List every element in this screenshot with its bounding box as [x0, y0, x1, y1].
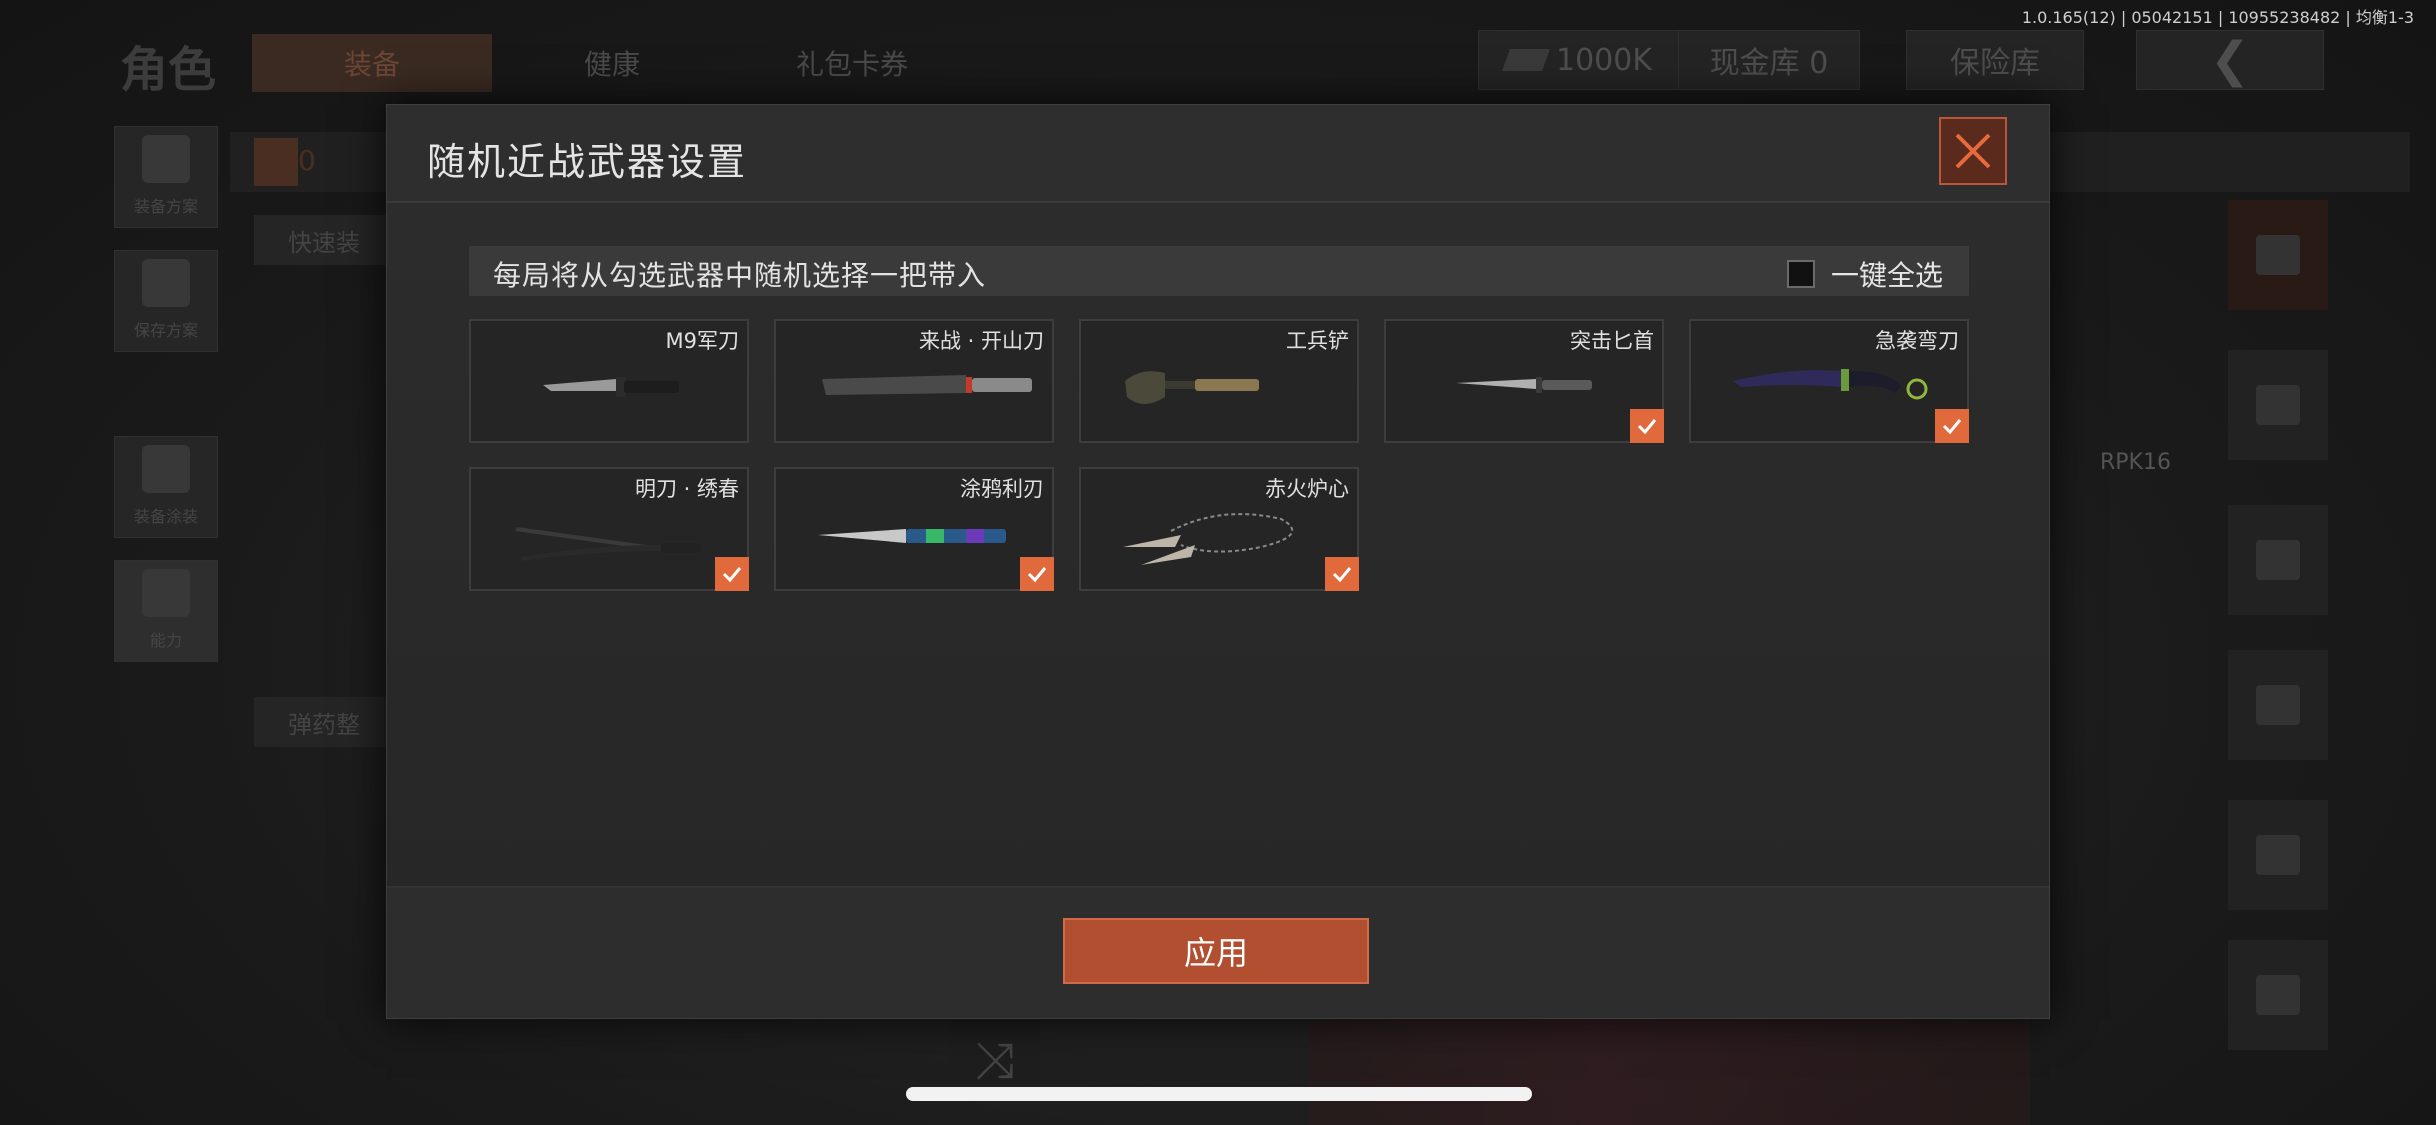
helmet-icon [142, 445, 190, 493]
bg-tab-health: 健康 [583, 48, 640, 81]
download-icon [142, 259, 190, 307]
weapon-card-shovel[interactable]: 工兵铲 [1079, 319, 1359, 443]
scope-icon [2256, 975, 2300, 1015]
checkmark-icon [722, 567, 742, 583]
weapon-name: M9军刀 [665, 329, 739, 353]
bg-weapon-label: RPK16 [2100, 450, 2171, 475]
pack-icon [2256, 235, 2300, 275]
armor-icon [254, 138, 298, 186]
melee-random-settings-dialog: 随机近战武器设置 每局将从勾选武器中随机选择一把带入 一键全选 M9军刀 来战 … [386, 104, 2050, 1019]
weapon-card-graffiti-blade[interactable]: 涂鸦利刃 [774, 467, 1054, 591]
bg-tab-equipment: 装备 [252, 34, 492, 92]
bg-right-slot-6 [2228, 940, 2328, 1050]
weapon-checkbox[interactable] [1325, 557, 1359, 591]
weapon-name: 来战 · 开山刀 [918, 329, 1044, 353]
curved-blade-icon [1733, 369, 1928, 400]
bg-back-button: ❮ [2136, 30, 2324, 90]
bg-right-slot-4 [2228, 650, 2328, 760]
bg-right-slot-5 [2228, 800, 2328, 910]
weapon-name: 急袭弯刀 [1875, 329, 1959, 353]
dialog-header: 随机近战武器设置 [387, 105, 2049, 203]
butterfly-knife-icon [818, 529, 1006, 543]
bg-side-ability-label: 能力 [149, 631, 182, 650]
notice-text: 每局将从勾选武器中随机选择一把带入 [493, 259, 987, 292]
weapon-card-assault-dagger[interactable]: 突击匕首 [1384, 319, 1664, 443]
machete-icon [822, 375, 1032, 395]
m9-knife-icon [543, 377, 679, 397]
bg-quick-equip: 快速装 [254, 215, 394, 265]
vest-icon [142, 135, 190, 183]
rifle-icon [2256, 540, 2300, 580]
bg-armor-count: 0 [298, 144, 316, 177]
checkmark-icon [1637, 419, 1657, 435]
weapon-name: 突击匕首 [1570, 329, 1654, 353]
select-all-toggle[interactable]: 一键全选 [1786, 254, 1943, 294]
bg-right-slot-3 [2228, 505, 2328, 615]
checkmark-icon [1942, 419, 1962, 435]
weapon-checkbox[interactable] [1935, 409, 1969, 443]
dagger-icon [1456, 377, 1592, 393]
select-all-label: 一键全选 [1830, 259, 1943, 292]
bg-cash-vault-label: 现金库 0 [1709, 46, 1829, 81]
sword-icon [515, 527, 701, 561]
bg-safe-box: 保险库 [1906, 30, 2084, 90]
magazine-icon [2256, 685, 2300, 725]
bg-currency-value: 1000K [1555, 42, 1653, 78]
weapon-name: 赤火炉心 [1265, 477, 1349, 501]
helmet-icon [2256, 385, 2300, 425]
weapon-checkbox[interactable] [1020, 557, 1054, 591]
bg-side-skin: 装备涂装 [114, 436, 218, 538]
bg-right-slot-1 [2228, 200, 2328, 310]
ability-icon [142, 569, 190, 617]
back-arrow-icon: ❮ [2209, 32, 2251, 88]
bg-side-save-label: 保存方案 [133, 321, 198, 340]
checkmark-icon [1332, 567, 1352, 583]
dialog-footer: 应用 [387, 886, 2049, 1018]
weapon-name: 明刀 · 绣春 [634, 477, 739, 501]
bg-side-scheme: 装备方案 [114, 126, 218, 228]
bg-weapon-preview [1310, 1010, 2030, 1125]
weapon-card-m9[interactable]: M9军刀 [469, 319, 749, 443]
close-button[interactable] [1939, 117, 2007, 185]
weapon-card-machete[interactable]: 来战 · 开山刀 [774, 319, 1054, 443]
grip-icon [2256, 835, 2300, 875]
bg-side-save: 保存方案 [114, 250, 218, 352]
notice-bar: 每局将从勾选武器中随机选择一把带入 一键全选 [469, 246, 1969, 296]
bg-side-ability: 能力 [114, 560, 218, 662]
cash-icon [1501, 49, 1550, 71]
bg-side-scheme-label: 装备方案 [133, 197, 198, 216]
bg-ammo: 弹药整 [254, 697, 394, 747]
weapon-name: 涂鸦利刃 [960, 477, 1044, 501]
weapon-name: 工兵铲 [1286, 329, 1349, 353]
weapon-checkbox[interactable] [1630, 409, 1664, 443]
bg-right-slot-2 [2228, 350, 2328, 460]
home-indicator[interactable] [906, 1087, 1532, 1101]
rope-dart-icon [1123, 513, 1294, 565]
weapon-checkbox[interactable] [715, 557, 749, 591]
bg-side-skin-label: 装备涂装 [133, 507, 198, 526]
bg-tab-bar: 装备 健康 礼包卡券 [252, 34, 972, 92]
weapon-card-xiuchun-blade[interactable]: 明刀 · 绣春 [469, 467, 749, 591]
checkmark-icon [1027, 567, 1047, 583]
dialog-title: 随机近战武器设置 [427, 140, 748, 184]
bg-tab-gifts: 礼包卡券 [795, 48, 908, 81]
bg-safe-box-label: 保险库 [1950, 46, 2040, 81]
bg-currency: 1000K [1478, 30, 1680, 90]
weapon-card-raid-karambit[interactable]: 急袭弯刀 [1689, 319, 1969, 443]
bg-cash-vault: 现金库 0 [1678, 30, 1860, 90]
select-all-checkbox[interactable] [1786, 260, 1815, 288]
version-label: 1.0.165(12) | 05042151 | 10955238482 | 均… [2021, 8, 2414, 27]
apply-button[interactable]: 应用 [1063, 918, 1369, 984]
shovel-icon [1125, 371, 1259, 404]
close-icon [1955, 133, 1991, 169]
weapon-card-fire-heart[interactable]: 赤火炉心 [1079, 467, 1359, 591]
bg-page-title: 角色 [120, 42, 217, 98]
